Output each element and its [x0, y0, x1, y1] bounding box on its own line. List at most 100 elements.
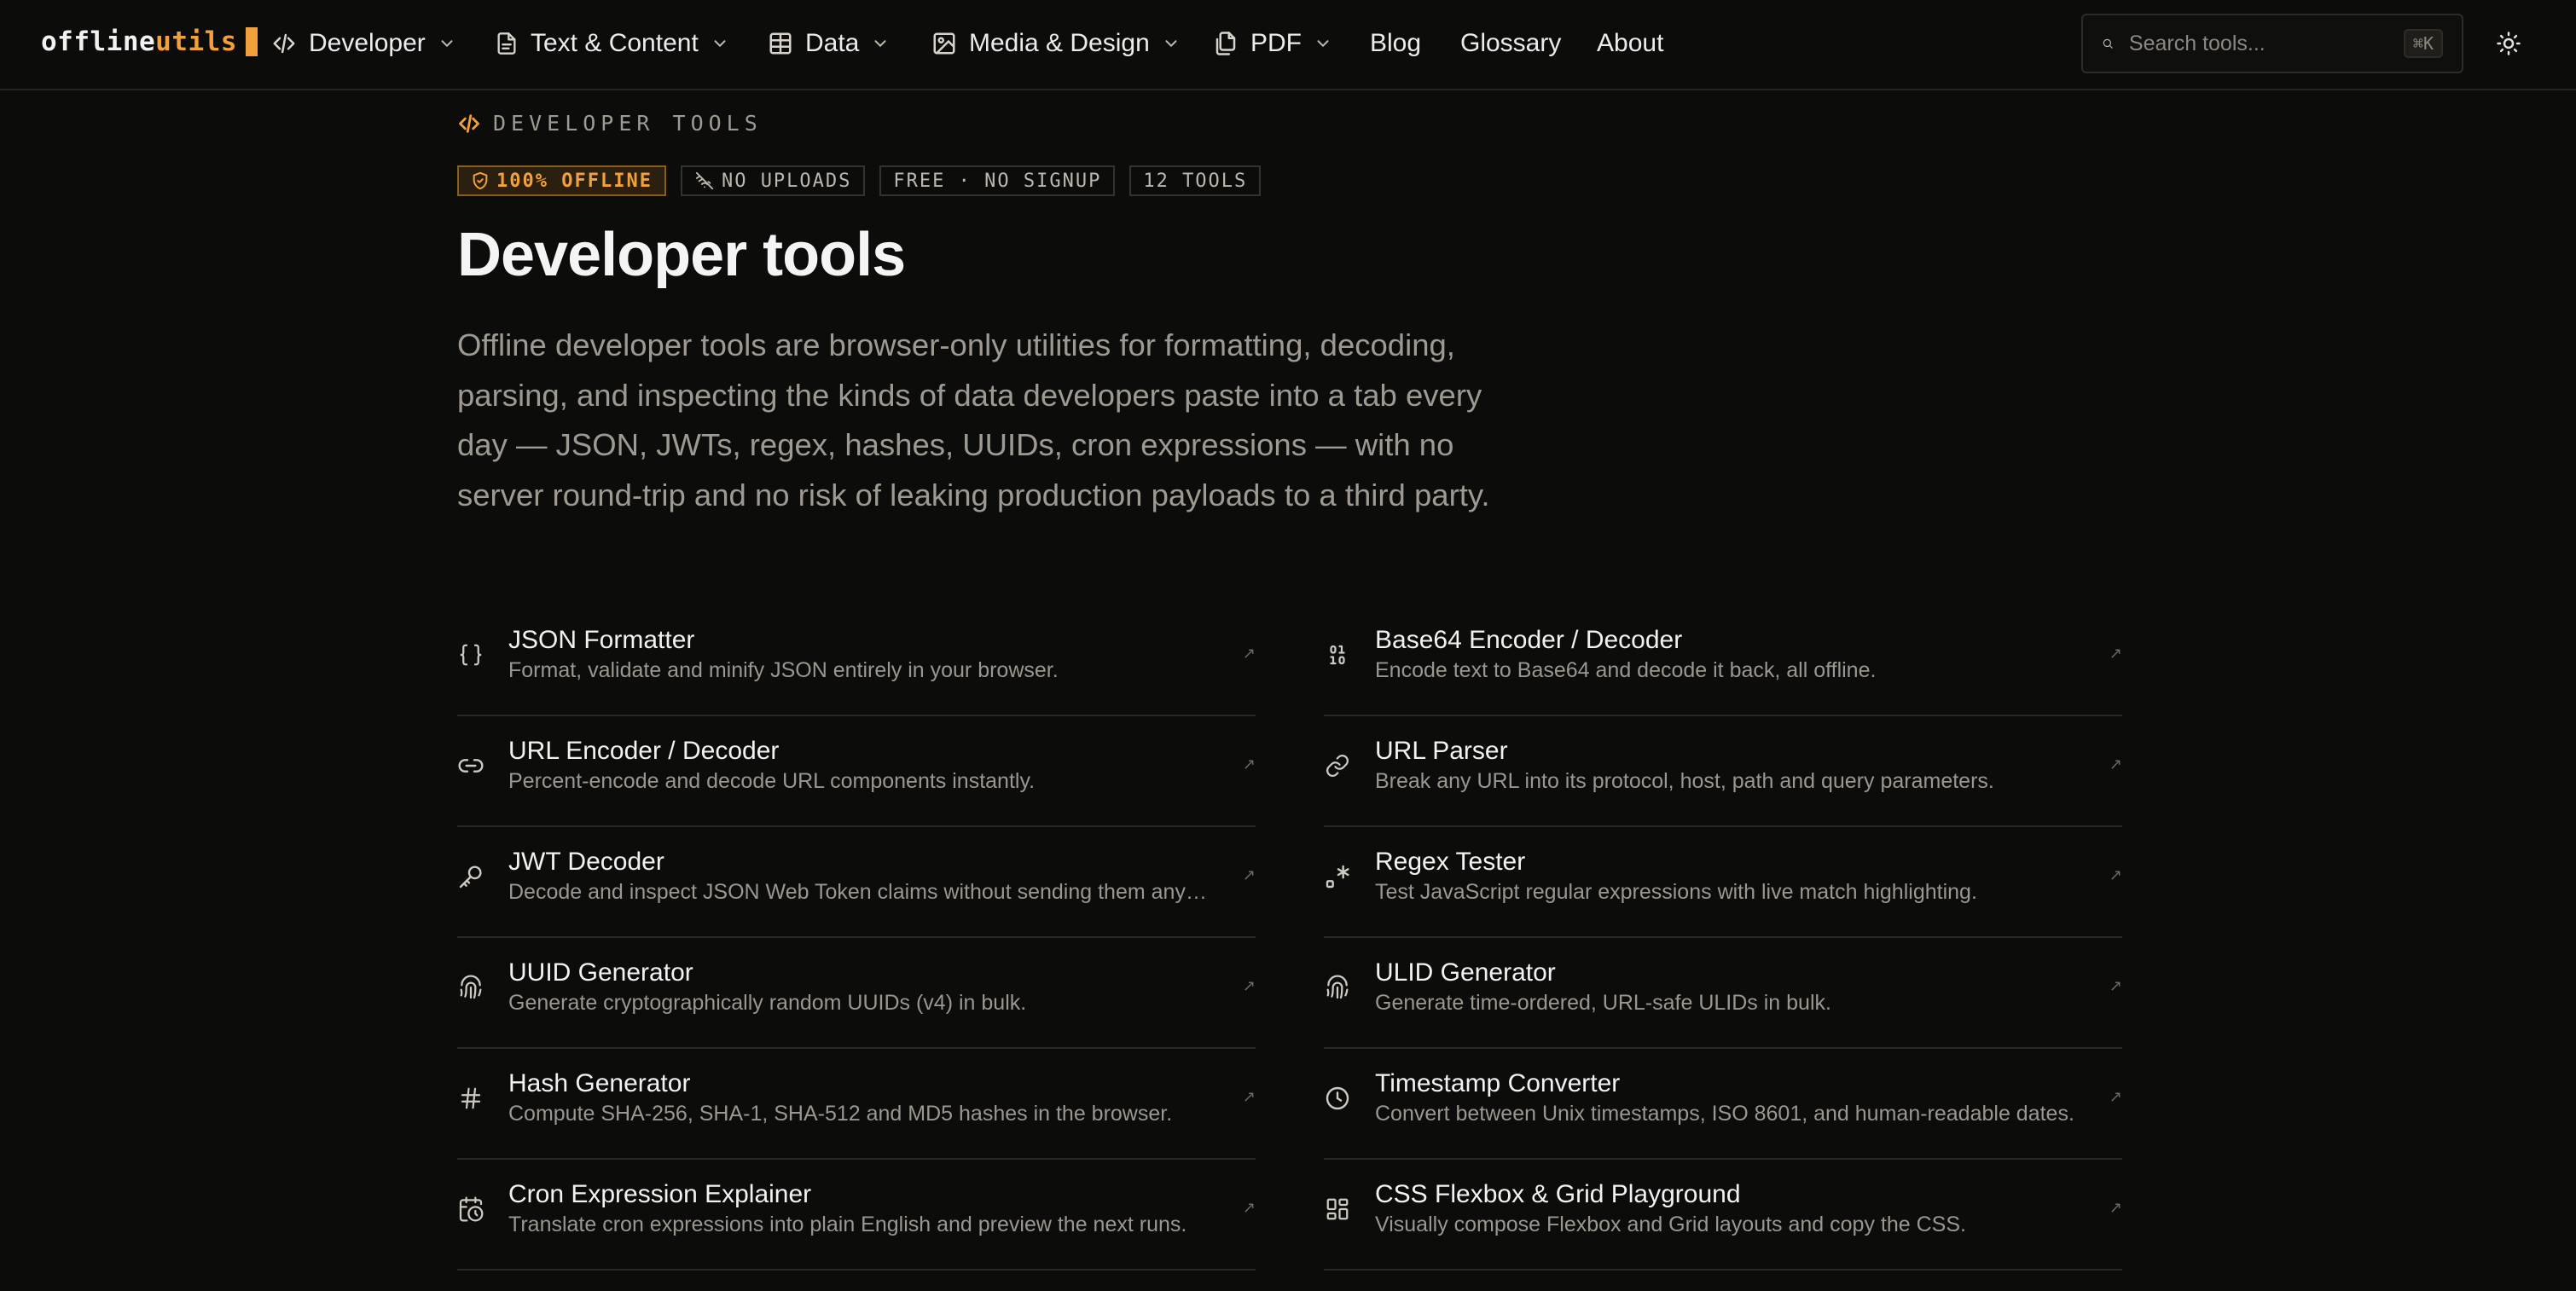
badge-offline: 100% OFFLINE [457, 165, 666, 196]
hash-icon [457, 1085, 484, 1112]
tool-list-left: JSON Formatter Format, validate and mini… [457, 605, 1256, 1271]
tool-name: JSON Formatter [508, 626, 695, 654]
chevron-down-icon [714, 40, 726, 48]
chevron-down-icon [441, 40, 453, 48]
search-shortcut-hint: ⌘K [2403, 29, 2443, 58]
code-icon [459, 113, 479, 133]
clock-icon [1324, 1085, 1351, 1112]
arrow-up-right-icon: ↗ [1242, 755, 1256, 773]
tool-name: URL Encoder / Decoder [508, 737, 780, 765]
arrow-up-right-icon: ↗ [2109, 977, 2122, 994]
badge-row: 100% OFFLINE NO UPLOADS FREE · NO SIGNUP… [457, 165, 1262, 196]
nav-data-label: Data [805, 29, 860, 57]
tool-description: Generate time-ordered, URL-safe ULIDs in… [1375, 991, 1831, 1015]
wifi-off-icon [695, 171, 714, 190]
tool-description: Visually compose Flexbox and Grid layout… [1375, 1213, 1966, 1236]
badge-tool-count: 12 TOOLS [1129, 165, 1262, 196]
arrow-up-right-icon: ↗ [2109, 1199, 2122, 1216]
search-icon [2103, 38, 2113, 49]
tool-list-right: Base64 Encoder / Decoder Encode text to … [1324, 605, 2122, 1271]
tool-regex-tester[interactable]: Regex Tester Test JavaScript regular exp… [1324, 827, 2122, 938]
arrow-up-right-icon: ↗ [1242, 645, 1256, 662]
calendar-clock-icon [457, 1195, 484, 1223]
tool-base64[interactable]: Base64 Encoder / Decoder Encode text to … [1324, 605, 2122, 716]
braces-icon [457, 641, 484, 669]
tool-name: Regex Tester [1375, 848, 1526, 876]
arrow-up-right-icon: ↗ [1242, 866, 1256, 883]
badge-no-uploads-label: NO UPLOADS [721, 170, 852, 192]
chevron-down-icon [1317, 40, 1329, 48]
tool-cron-explainer[interactable]: Cron Expression Explainer Translate cron… [457, 1160, 1256, 1271]
eyebrow-label: DEVELOPER TOOLS [493, 111, 763, 136]
chevron-down-icon [1165, 40, 1177, 48]
tool-description: Compute SHA-256, SHA-1, SHA-512 and MD5 … [508, 1102, 1173, 1126]
nav-media-design-label: Media & Design [969, 29, 1150, 57]
nav-text-content-label: Text & Content [531, 29, 699, 57]
layout-grid-icon [1324, 1195, 1351, 1223]
tool-url-parser[interactable]: URL Parser Break any URL into its protoc… [1324, 716, 2122, 827]
badge-free-label: FREE · NO SIGNUP [893, 170, 1102, 192]
regex-icon [1324, 863, 1351, 890]
nav-developer-label: Developer [309, 29, 426, 57]
tool-hash-generator[interactable]: Hash Generator Compute SHA-256, SHA-1, S… [457, 1049, 1256, 1160]
tool-css-playground[interactable]: CSS Flexbox & Grid Playground Visually c… [1324, 1160, 2122, 1271]
nav-text-content[interactable]: Text & Content [495, 24, 729, 63]
nav-developer[interactable]: Developer [271, 24, 456, 63]
shield-check-icon [473, 171, 488, 190]
badge-tool-count-label: 12 TOOLS [1143, 170, 1248, 192]
arrow-up-right-icon: ↗ [2109, 645, 2122, 662]
tool-description: Decode and inspect JSON Web Token claims… [508, 880, 1208, 904]
badge-offline-label: 100% OFFLINE [496, 170, 653, 192]
nav-link-about[interactable]: About [1597, 24, 1663, 63]
site-logo[interactable]: offline utils [41, 26, 258, 57]
tool-name: Base64 Encoder / Decoder [1375, 626, 1683, 654]
tool-jwt-decoder[interactable]: JWT Decoder Decode and inspect JSON Web … [457, 827, 1256, 938]
tool-name: UUID Generator [508, 958, 693, 987]
tool-name: ULID Generator [1375, 958, 1556, 987]
badge-free: FREE · NO SIGNUP [879, 165, 1116, 196]
link-icon [457, 752, 484, 779]
tool-timestamp-converter[interactable]: Timestamp Converter Convert between Unix… [1324, 1049, 2122, 1160]
nav-pdf[interactable]: PDF [1213, 24, 1332, 63]
tool-description: Percent-encode and decode URL components… [508, 769, 1036, 793]
arrow-up-right-icon: ↗ [1242, 1199, 1256, 1216]
nav-media-design[interactable]: Media & Design [931, 24, 1181, 63]
logo-text-primary: offline [41, 26, 156, 57]
code-icon [273, 33, 295, 54]
tool-ulid-generator[interactable]: ULID Generator Generate time-ordered, UR… [1324, 938, 2122, 1049]
tool-name: Timestamp Converter [1375, 1069, 1621, 1097]
nav-link-glossary[interactable]: Glossary [1460, 24, 1561, 63]
chevron-down-icon [874, 40, 886, 48]
nav-link-blog[interactable]: Blog [1370, 24, 1421, 63]
logo-text-accent: utils [155, 26, 237, 57]
tool-json-formatter[interactable]: JSON Formatter Format, validate and mini… [457, 605, 1256, 716]
tool-url-encoder[interactable]: URL Encoder / Decoder Percent-encode and… [457, 716, 1256, 827]
arrow-up-right-icon: ↗ [1242, 1088, 1256, 1105]
theme-toggle-button[interactable] [2489, 24, 2528, 63]
logo-cursor [245, 27, 258, 56]
tool-name: Hash Generator [508, 1069, 691, 1097]
top-nav: offline utils Developer Text & Content Da… [0, 0, 2576, 90]
tool-name: JWT Decoder [508, 848, 664, 876]
fingerprint-icon [457, 974, 484, 1001]
copy-file-icon [1215, 32, 1236, 55]
page-description: Offline developer tools are browser-only… [457, 327, 1490, 512]
tool-description: Encode text to Base64 and decode it back… [1375, 658, 1877, 682]
page-title: Developer tools [457, 221, 906, 289]
nav-data[interactable]: Data [768, 24, 890, 63]
tool-description: Format, validate and minify JSON entirel… [508, 658, 1059, 682]
arrow-up-right-icon: ↗ [1242, 977, 1256, 994]
file-text-icon [497, 32, 516, 55]
search-input[interactable] [2128, 31, 2404, 56]
binary-icon [1324, 641, 1351, 669]
tool-name: Cron Expression Explainer [508, 1180, 812, 1208]
tool-uuid-generator[interactable]: UUID Generator Generate cryptographicall… [457, 938, 1256, 1049]
tool-description: Test JavaScript regular expressions with… [1375, 880, 1977, 904]
tool-description: Translate cron expressions into plain En… [508, 1213, 1187, 1236]
arrow-up-right-icon: ↗ [2109, 1088, 2122, 1105]
search-box[interactable]: ⌘K [2081, 14, 2463, 73]
tool-description: Generate cryptographically random UUIDs … [508, 991, 1027, 1015]
arrow-up-right-icon: ↗ [2109, 755, 2122, 773]
table-icon [769, 32, 792, 55]
tool-name: URL Parser [1375, 737, 1508, 765]
